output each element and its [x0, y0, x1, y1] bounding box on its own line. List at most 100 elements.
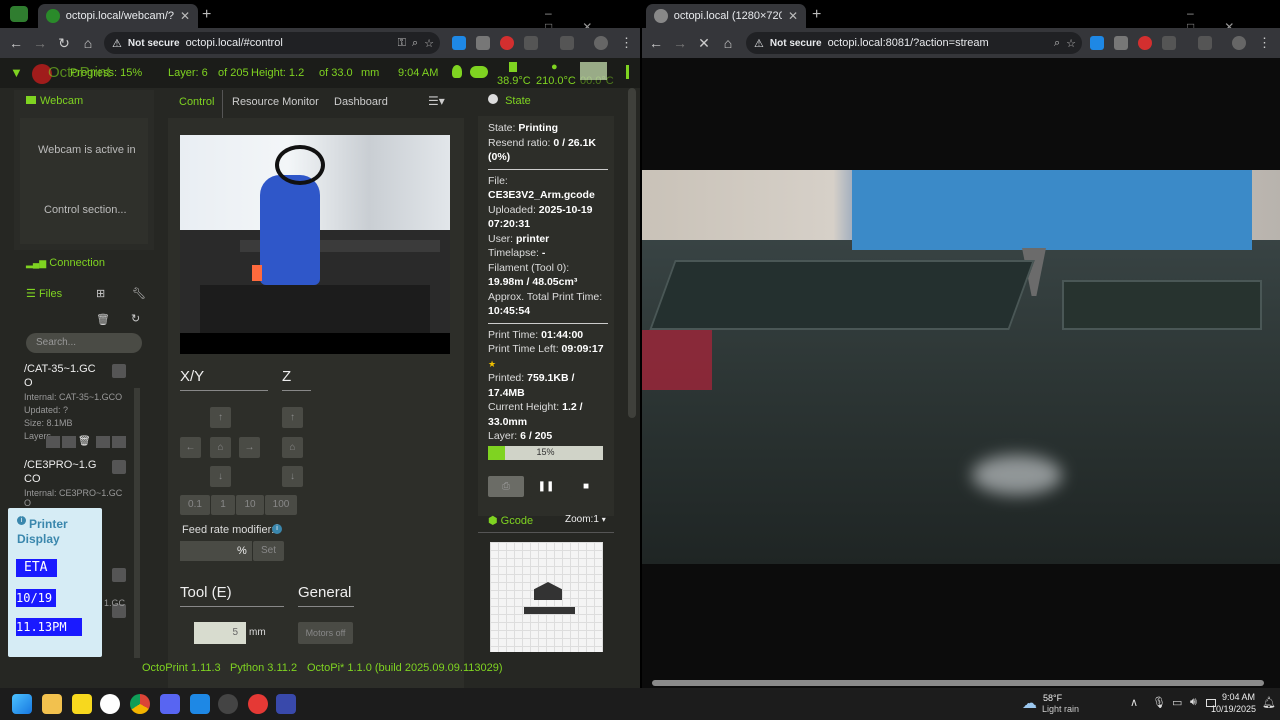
discord-icon[interactable]: [160, 694, 180, 714]
notification-bell-icon[interactable]: 🔔︎: [1262, 696, 1276, 709]
back-icon[interactable]: ←: [644, 35, 668, 51]
info-icon[interactable]: i: [272, 524, 282, 534]
chrome-menu-dots-icon[interactable]: ⋮: [1258, 35, 1271, 51]
cancel-button[interactable]: ■: [570, 476, 602, 497]
extensions-puzzle-icon[interactable]: [524, 36, 538, 50]
xy-home-button[interactable]: ⌂: [210, 437, 231, 458]
extension-icon[interactable]: [500, 36, 514, 50]
close-tab-icon[interactable]: ✕: [180, 9, 190, 23]
file-action-icon[interactable]: [112, 568, 126, 582]
tab-control[interactable]: Control: [179, 96, 214, 108]
network-icon[interactable]: ▭: [1172, 696, 1182, 709]
reload-icon[interactable]: ↻: [52, 35, 76, 52]
chevron-up-icon[interactable]: ∧: [1130, 696, 1138, 709]
step-0-1-button[interactable]: 0.1: [180, 495, 210, 515]
gcode-header[interactable]: ⬢ Gcode: [488, 514, 533, 527]
state-header[interactable]: State: [488, 94, 531, 107]
sidebar-icon[interactable]: [1198, 36, 1212, 50]
print-icon[interactable]: [112, 436, 126, 448]
bed-temp[interactable]: 38.9°C: [497, 75, 531, 87]
motors-off-button[interactable]: Motors off: [298, 622, 353, 644]
extension-icon[interactable]: [1090, 36, 1104, 50]
chrome-menu-icon[interactable]: [10, 6, 28, 22]
file-action-icon[interactable]: [112, 364, 126, 378]
printer-display-popup[interactable]: i Printer Display ETA 10/19 11.13PM: [8, 508, 102, 657]
list-item[interactable]: /CE3PRO~1.G CO Internal: CE3PRO~1.GC O: [24, 458, 134, 508]
folder-icon[interactable]: [96, 436, 110, 448]
zoom-dropdown[interactable]: Zoom:1 ▾: [565, 514, 606, 525]
refresh-icon[interactable]: ↻: [131, 312, 140, 325]
weather-widget[interactable]: ☁ 58°F Light rain: [1020, 692, 1110, 716]
volume-icon[interactable]: 🔊︎: [1190, 696, 1197, 709]
chrome-icon[interactable]: [130, 694, 150, 714]
load-icon[interactable]: [46, 436, 60, 448]
webcam-title[interactable]: Webcam: [40, 95, 83, 107]
microphone-icon[interactable]: 🎙︎: [1152, 696, 1166, 709]
zoom-icon[interactable]: ⌕: [1054, 37, 1060, 50]
clock-time[interactable]: 9:04 AM: [1222, 692, 1255, 702]
page-scrollbar[interactable]: [628, 88, 636, 418]
home-icon[interactable]: ⌂: [76, 35, 100, 51]
list-item[interactable]: /CAT-35~1.GC O Internal: CAT-35~1.GCO Up…: [24, 362, 134, 448]
z-home-button[interactable]: ⌂: [282, 437, 303, 458]
extrude-amount-input[interactable]: 5: [194, 622, 246, 644]
trash-icon[interactable]: 🗑︎: [96, 313, 110, 326]
app-icon[interactable]: [100, 694, 120, 714]
file-explorer-icon[interactable]: [42, 694, 62, 714]
extension-icon[interactable]: [1114, 36, 1128, 50]
step-100-button[interactable]: 100: [265, 495, 297, 515]
profile-avatar-icon[interactable]: [594, 36, 608, 50]
z-plus-button[interactable]: ↑: [282, 407, 303, 428]
estimate-star-icon[interactable]: ★: [488, 357, 608, 372]
close-icon[interactable]: [62, 436, 76, 448]
horizontal-scrollbar[interactable]: [652, 680, 1264, 686]
power-toggle[interactable]: [470, 66, 488, 78]
bookmark-star-icon[interactable]: ☆: [1066, 37, 1076, 50]
connection-header[interactable]: ▂▄▆ Connection: [26, 257, 105, 269]
extensions-puzzle-icon[interactable]: [1162, 36, 1176, 50]
sticky-notes-icon[interactable]: [72, 694, 92, 714]
more-tabs-icon[interactable]: ☰▾: [428, 94, 445, 108]
profile-avatar-icon[interactable]: [1232, 36, 1246, 50]
bookmark-star-icon[interactable]: ☆: [424, 37, 434, 50]
start-icon[interactable]: [12, 694, 32, 714]
z-minus-button[interactable]: ↓: [282, 466, 303, 487]
x-plus-button[interactable]: →: [239, 437, 260, 458]
step-1-button[interactable]: 1: [211, 495, 235, 515]
home-icon[interactable]: ⌂: [716, 35, 740, 51]
gcode-viewer[interactable]: [490, 542, 603, 652]
step-10-button[interactable]: 10: [236, 495, 264, 515]
address-bar[interactable]: ⚠ Not secure octopi.local:8081/?action=s…: [746, 32, 1082, 54]
print-button[interactable]: ⎙: [488, 476, 524, 497]
file-action-icon[interactable]: [112, 460, 126, 474]
lightbulb-icon[interactable]: [452, 65, 462, 78]
y-plus-button[interactable]: ↑: [210, 407, 231, 428]
app-icon[interactable]: [276, 694, 296, 714]
tab-dashboard[interactable]: Dashboard: [334, 96, 388, 108]
back-icon[interactable]: ←: [4, 35, 28, 51]
extension-icon[interactable]: [452, 36, 466, 50]
y-minus-button[interactable]: ↓: [210, 466, 231, 487]
x-minus-button[interactable]: ←: [180, 437, 201, 458]
sidebar-scrollbar[interactable]: [134, 388, 140, 658]
tab-resource-monitor[interactable]: Resource Monitor: [232, 96, 319, 108]
octoprint-logo-icon[interactable]: ▼: [10, 65, 23, 80]
media-player-icon[interactable]: [248, 694, 268, 714]
clock-date[interactable]: 10/19/2025: [1211, 704, 1256, 714]
tab-stream[interactable]: octopi.local (1280×720) ✕: [646, 4, 806, 28]
extension-icon[interactable]: [1138, 36, 1152, 50]
forward-icon[interactable]: →: [668, 35, 692, 51]
sidebar-icon[interactable]: [560, 36, 574, 50]
forward-icon[interactable]: →: [28, 35, 52, 51]
chrome-menu-dots-icon[interactable]: ⋮: [620, 35, 633, 51]
pause-button[interactable]: ❚❚: [530, 476, 562, 497]
app-icon[interactable]: [218, 694, 238, 714]
folder-tree-icon[interactable]: ⊞: [96, 287, 105, 300]
notification-popup[interactable]: [580, 62, 607, 80]
octoprint-version[interactable]: OctoPrint 1.11.3: [142, 662, 221, 674]
wrench-icon[interactable]: 🔧︎: [132, 287, 146, 300]
extension-icon[interactable]: [476, 36, 490, 50]
new-tab-icon[interactable]: +: [202, 6, 211, 24]
close-tab-icon[interactable]: ✕: [788, 9, 798, 23]
zoom-icon[interactable]: ⌕: [412, 37, 418, 50]
